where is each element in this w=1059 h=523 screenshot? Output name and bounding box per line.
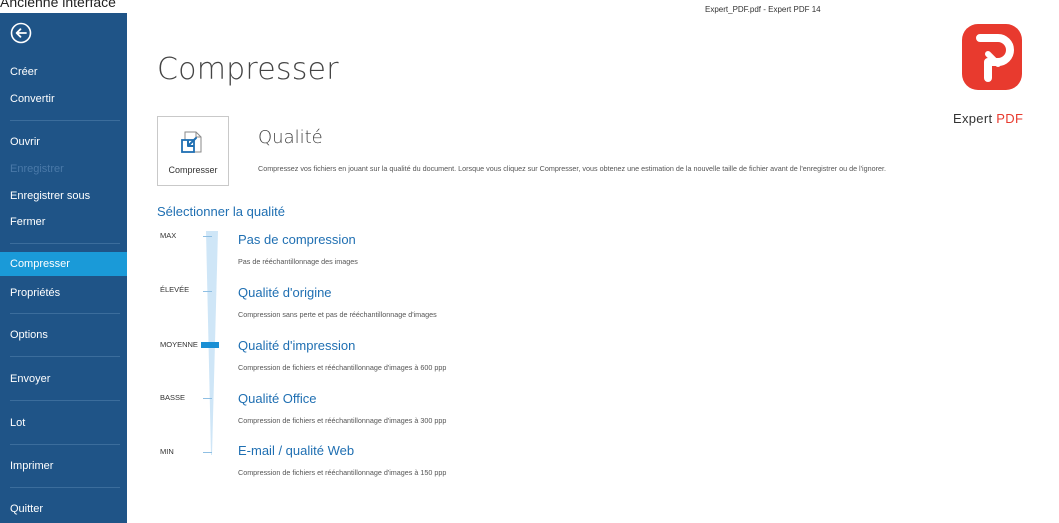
sidebar-item-enregistrer: Enregistrer [10, 163, 64, 175]
compress-button[interactable]: Compresser [157, 116, 229, 186]
sidebar-item-creer[interactable]: Créer [0, 60, 127, 84]
compress-icon [179, 128, 207, 161]
option-print-quality-desc: Compression de fichiers et rééchantillon… [238, 363, 447, 372]
slider-tick [203, 398, 212, 399]
sidebar-divider [10, 400, 120, 401]
quality-slider-thumb[interactable] [201, 342, 219, 348]
sidebar-item-imprimer[interactable]: Imprimer [0, 454, 127, 478]
slider-tick [203, 291, 212, 292]
expert-pdf-logo-icon [962, 24, 1022, 90]
option-office-quality[interactable]: Qualité Office [238, 391, 317, 406]
page-title: Compresser [157, 52, 339, 87]
option-no-compression[interactable]: Pas de compression [238, 232, 356, 247]
sidebar-divider [10, 120, 120, 121]
option-office-quality-desc: Compression de fichiers et rééchantillon… [238, 416, 447, 425]
section-description: Compressez vos fichiers en jouant sur la… [258, 164, 887, 173]
compress-button-label: Compresser [168, 165, 218, 175]
option-web-quality[interactable]: E-mail / qualité Web [238, 443, 354, 458]
sidebar-item-fermer[interactable]: Fermer [0, 210, 127, 234]
window-title: Expert_PDF.pdf - Expert PDF 14 [705, 5, 821, 14]
backstage-sidebar: Créer Convertir Ouvrir Enregistrer Enreg… [0, 13, 127, 523]
select-quality-heading: Sélectionner la qualité [157, 204, 285, 219]
sidebar-item-lot[interactable]: Lot [0, 411, 127, 435]
option-web-quality-desc: Compression de fichiers et rééchantillon… [238, 468, 447, 477]
level-label-elevee: ÉLEVÉE [160, 285, 190, 294]
level-label-max: MAX [160, 231, 177, 240]
sidebar-item-compresser[interactable]: Compresser [0, 252, 127, 276]
slider-tick [203, 236, 212, 237]
option-original-quality[interactable]: Qualité d'origine [238, 285, 332, 300]
section-title: Qualité [258, 127, 323, 148]
sidebar-item-quitter[interactable]: Quitter [0, 497, 127, 521]
sidebar-item-enregistrer-sous[interactable]: Enregistrer sous [0, 184, 127, 208]
sidebar-divider [10, 356, 120, 357]
sidebar-divider [10, 313, 120, 314]
level-label-moyenne: MOYENNE [160, 340, 198, 349]
sidebar-item-options[interactable]: Options [0, 323, 127, 347]
caption: Ancienne interface [0, 0, 116, 10]
option-no-compression-desc: Pas de rééchantillonnage des images [238, 257, 358, 266]
sidebar-item-convertir[interactable]: Convertir [0, 87, 127, 111]
back-arrow-icon[interactable] [10, 22, 32, 44]
slider-tick [203, 452, 212, 453]
level-label-min: MIN [160, 447, 174, 456]
option-original-quality-desc: Compression sans perte et pas de rééchan… [238, 310, 437, 319]
logo-brand: Expert [953, 111, 993, 126]
sidebar-divider [10, 243, 120, 244]
logo-text: Expert PDF [953, 111, 1023, 126]
sidebar-divider [10, 487, 120, 488]
sidebar-item-envoyer[interactable]: Envoyer [0, 367, 127, 391]
option-print-quality[interactable]: Qualité d'impression [238, 338, 355, 353]
logo-brand-accent: PDF [996, 111, 1024, 126]
sidebar-item-proprietes[interactable]: Propriétés [0, 281, 127, 305]
level-label-basse: BASSE [160, 393, 186, 402]
sidebar-item-ouvrir[interactable]: Ouvrir [0, 130, 127, 154]
sidebar-divider [10, 444, 120, 445]
